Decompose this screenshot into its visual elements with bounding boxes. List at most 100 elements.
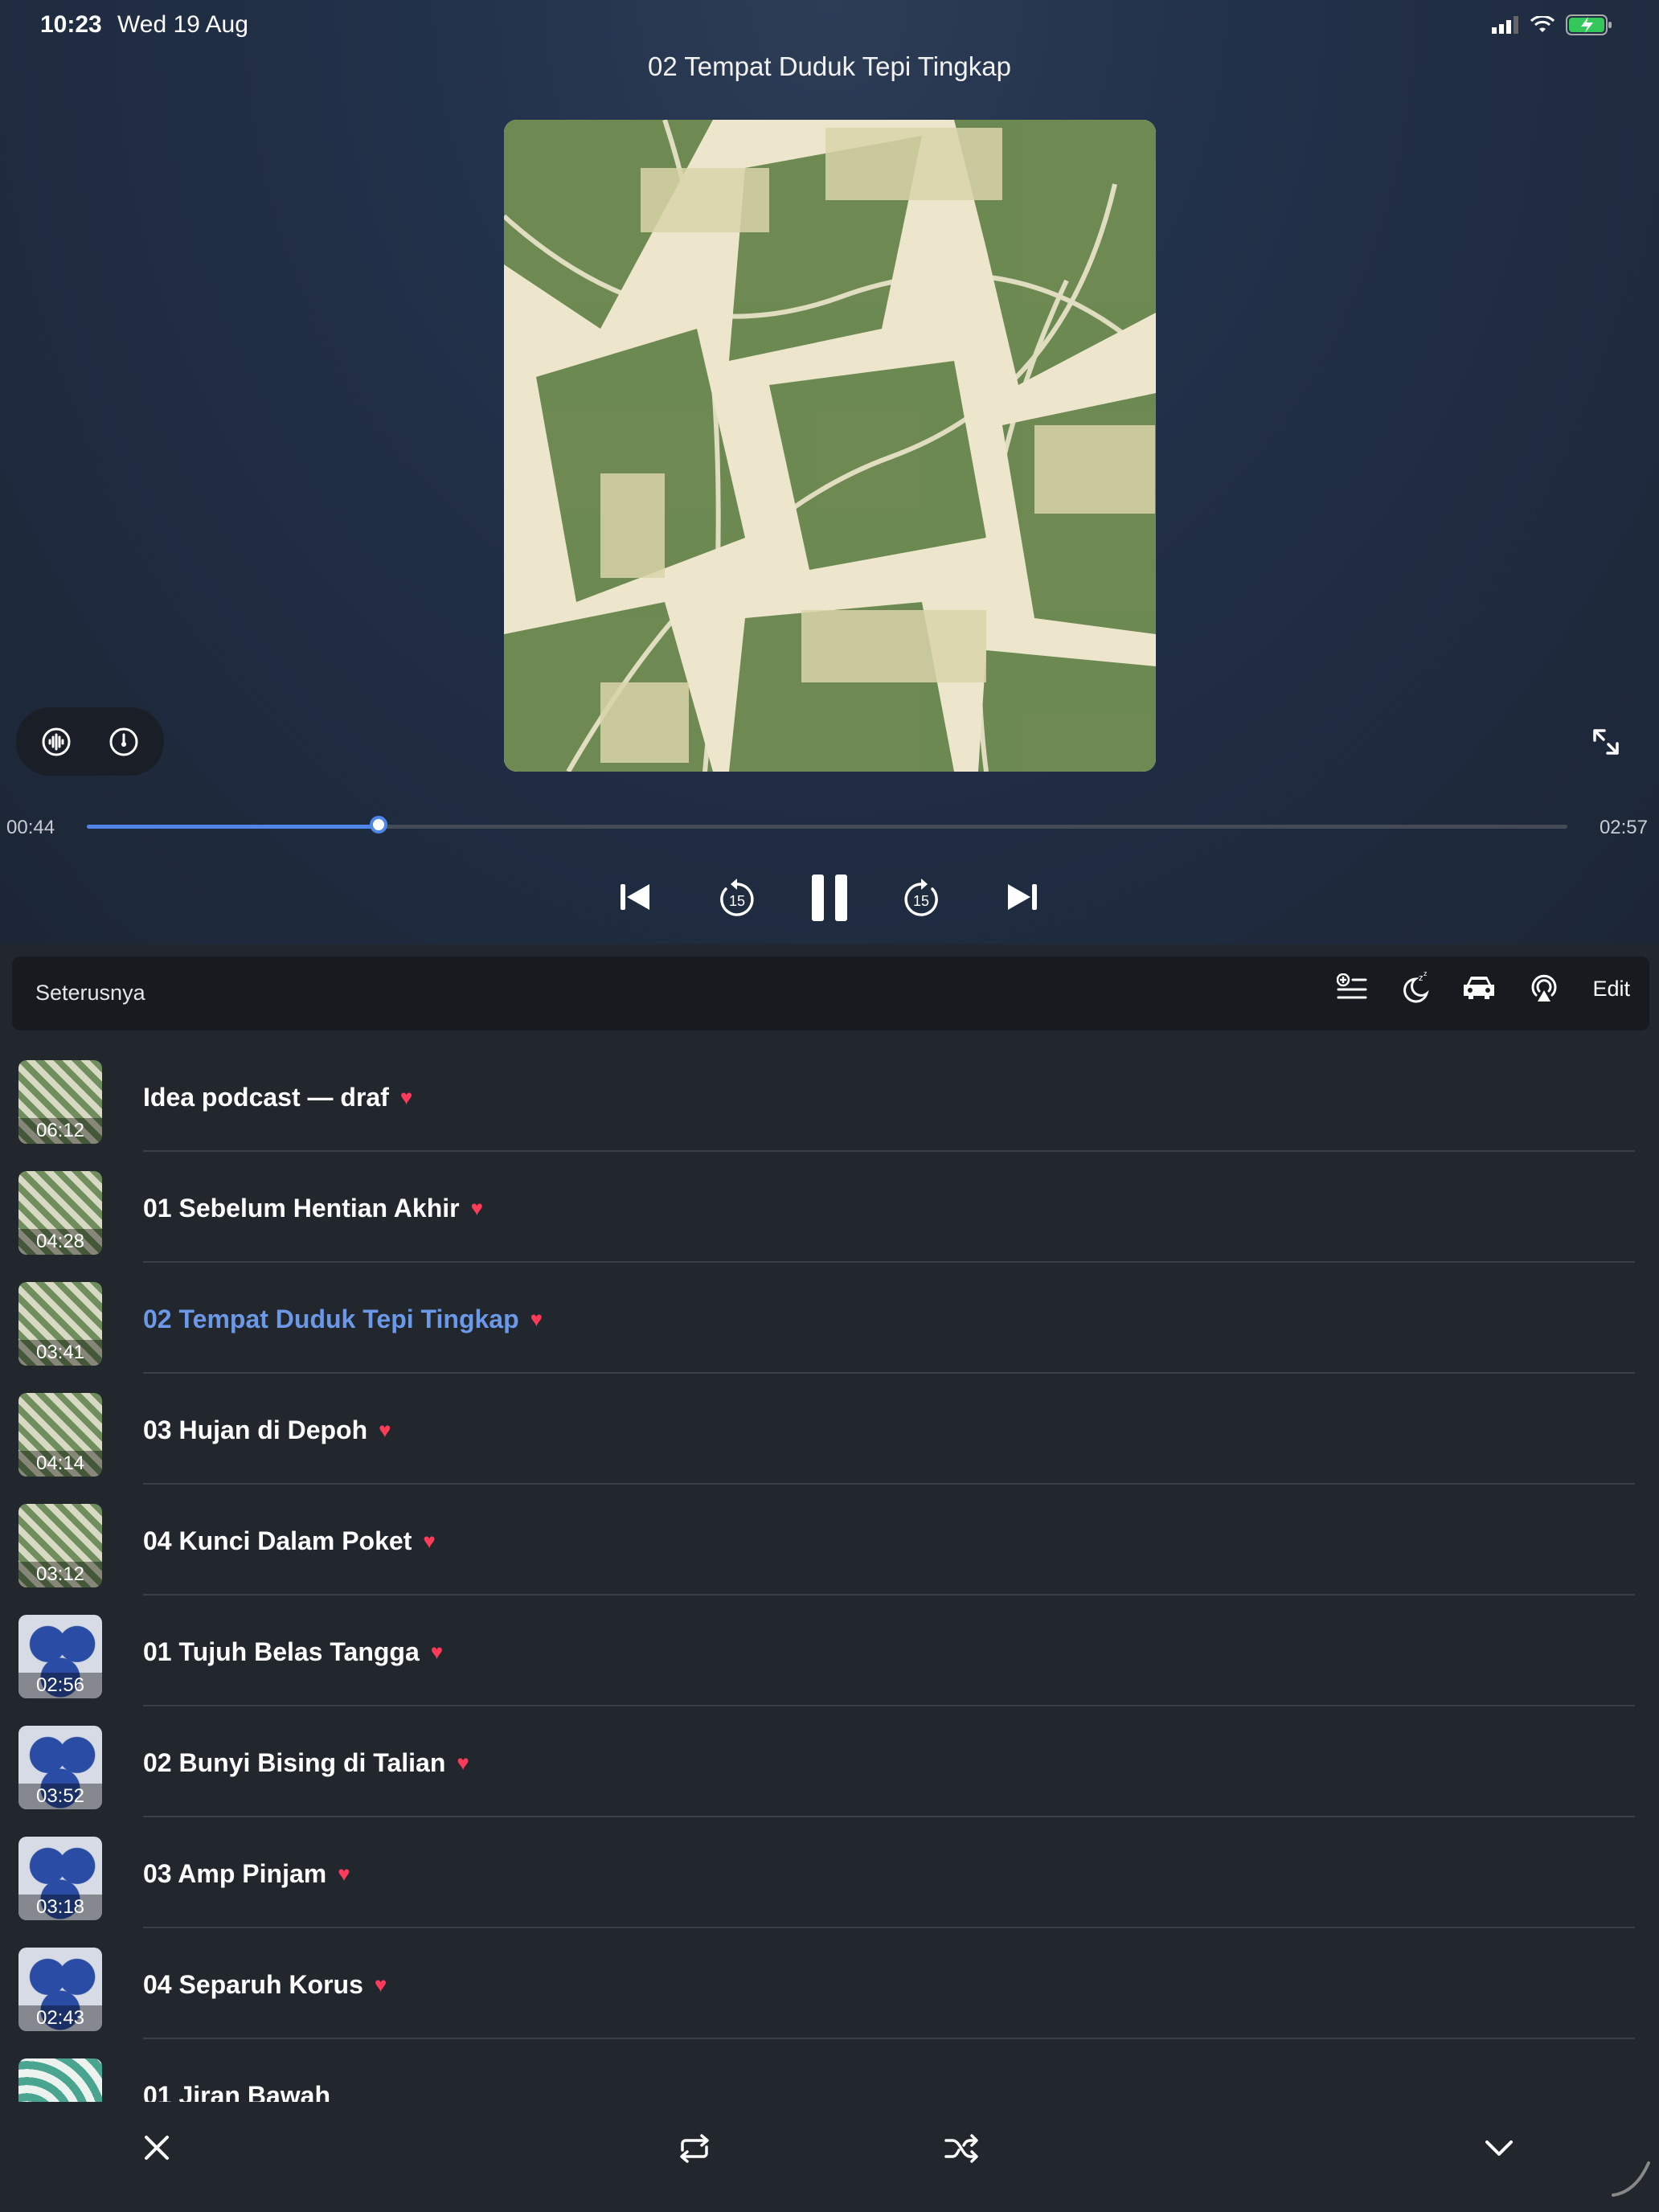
episode-duration: 03:18 bbox=[18, 1895, 102, 1920]
rewind-15-button[interactable]: 15 bbox=[718, 878, 756, 922]
queue-row[interactable]: 01 Jiran Bawah bbox=[0, 2039, 1659, 2102]
episode-title: Idea podcast — draf ♥ bbox=[143, 1083, 412, 1112]
episode-duration: 03:12 bbox=[18, 1562, 102, 1587]
episode-title: 04 Separuh Korus ♥ bbox=[143, 1970, 387, 2000]
status-icons bbox=[1492, 14, 1612, 35]
episode-title: 01 Jiran Bawah bbox=[143, 2081, 330, 2102]
seek-bar-fill bbox=[87, 825, 379, 829]
queue-row[interactable]: 06:12 Idea podcast — draf ♥ bbox=[0, 1041, 1659, 1152]
episode-title-text: 04 Separuh Korus bbox=[143, 1970, 363, 1999]
episode-title: 03 Hujan di Depoh ♥ bbox=[143, 1415, 391, 1445]
resize-handle[interactable] bbox=[1612, 2158, 1652, 2202]
favorite-heart-icon: ♥ bbox=[457, 1751, 469, 1775]
episode-artwork: 03:18 bbox=[18, 1837, 102, 1920]
status-date: Wed 19 Aug bbox=[117, 11, 248, 38]
now-playing-panel: 10:23 Wed 19 Aug 02 Tempat Duduk Tepi Ti… bbox=[0, 0, 1659, 944]
episode-title: 01 Sebelum Hentian Akhir ♥ bbox=[143, 1194, 483, 1223]
svg-text:15: 15 bbox=[913, 893, 929, 909]
current-episode-title: 02 Tempat Duduk Tepi Tingkap ♥ bbox=[143, 1305, 543, 1334]
episode-title: 03 Amp Pinjam ♥ bbox=[143, 1859, 350, 1889]
close-player-button[interactable] bbox=[143, 2134, 170, 2165]
episode-artwork: 04:28 bbox=[18, 1171, 102, 1255]
favorite-heart-icon: ♥ bbox=[399, 1085, 413, 1109]
episode-title-text: 01 Tujuh Belas Tangga bbox=[143, 1637, 420, 1666]
playback-speed-button[interactable] bbox=[109, 727, 139, 757]
episode-title-text: 01 Jiran Bawah bbox=[143, 2081, 330, 2102]
favorite-heart-icon: ♥ bbox=[470, 1196, 484, 1220]
pause-icon bbox=[812, 875, 847, 921]
transport-controls: 15 15 bbox=[0, 870, 1659, 926]
queue-row[interactable]: 03:52 02 Bunyi Bising di Talian ♥ bbox=[0, 1706, 1659, 1817]
rewind-15-icon: 15 bbox=[720, 879, 754, 916]
queue-row[interactable]: 02:43 04 Separuh Korus ♥ bbox=[0, 1928, 1659, 2039]
expand-arrows-icon bbox=[1593, 729, 1619, 755]
bottom-toolbar bbox=[0, 2102, 1659, 2212]
collapse-player-button[interactable] bbox=[1484, 2134, 1514, 2165]
queue-actions: z z Edit bbox=[1337, 969, 1630, 1007]
favorite-heart-icon: ♥ bbox=[423, 1529, 436, 1553]
episode-title-text: 01 Sebelum Hentian Akhir bbox=[143, 1194, 460, 1223]
queue-row[interactable]: 02:56 01 Tujuh Belas Tangga ♥ bbox=[0, 1596, 1659, 1706]
sleep-timer-button[interactable]: z z bbox=[1399, 969, 1430, 1007]
airplay-button[interactable] bbox=[1528, 971, 1560, 1007]
forward-15-icon: 15 bbox=[904, 879, 938, 916]
repeat-button[interactable] bbox=[678, 2134, 711, 2167]
episode-duration: 02:56 bbox=[18, 1673, 102, 1698]
album-artwork bbox=[504, 120, 1156, 772]
episode-artwork: 03:12 bbox=[18, 1504, 102, 1587]
episode-title-text: 04 Kunci Dalam Poket bbox=[143, 1526, 412, 1555]
skip-previous-icon bbox=[621, 884, 649, 910]
episode-title-text: 02 Tempat Duduk Tepi Tingkap bbox=[143, 1305, 519, 1333]
car-icon bbox=[1464, 977, 1495, 999]
svg-text:z: z bbox=[1423, 971, 1428, 977]
previous-track-button[interactable] bbox=[621, 883, 651, 916]
episode-title-text: Idea podcast — draf bbox=[143, 1083, 389, 1112]
episode-duration: 03:41 bbox=[18, 1340, 102, 1366]
elapsed-time: 00:44 bbox=[6, 817, 55, 838]
queue-list[interactable]: 06:12 Idea podcast — draf ♥ 04:28 01 Sebelum… bbox=[0, 1041, 1659, 2102]
queue-row[interactable]: 04:14 03 Hujan di Depoh ♥ bbox=[0, 1374, 1659, 1485]
seek-bar[interactable] bbox=[87, 816, 1567, 834]
queue-row[interactable]: 03:41 02 Tempat Duduk Tepi Tingkap ♥ bbox=[0, 1263, 1659, 1374]
episode-artwork: 02:56 bbox=[18, 1615, 102, 1698]
next-track-button[interactable] bbox=[1006, 883, 1037, 916]
episode-title-text: 02 Bunyi Bising di Talian bbox=[143, 1748, 446, 1777]
fullscreen-button[interactable] bbox=[1590, 726, 1622, 758]
up-next-label: Seterusnya bbox=[35, 981, 145, 1005]
skip-next-icon bbox=[1008, 884, 1037, 910]
favorite-heart-icon: ♥ bbox=[530, 1307, 543, 1331]
episode-artwork: 04:14 bbox=[18, 1393, 102, 1477]
queue-row[interactable]: 03:18 03 Amp Pinjam ♥ bbox=[0, 1817, 1659, 1928]
repeat-icon bbox=[680, 2134, 709, 2163]
moon-zzz-icon: z z bbox=[1403, 969, 1430, 1003]
episode-artwork: 02:43 bbox=[18, 1948, 102, 2031]
battery-charging-icon bbox=[1566, 14, 1612, 35]
status-time: 10:23 bbox=[40, 11, 102, 38]
episode-artwork: 06:12 bbox=[18, 1060, 102, 1144]
total-duration: 02:57 bbox=[1599, 817, 1648, 838]
car-mode-button[interactable] bbox=[1462, 973, 1496, 1005]
speedometer-icon bbox=[109, 727, 138, 756]
episode-duration: 02:43 bbox=[18, 2005, 102, 2031]
airplay-audio-icon bbox=[1532, 974, 1557, 1002]
corner-handle-icon bbox=[1612, 2161, 1650, 2197]
forward-15-button[interactable]: 15 bbox=[902, 878, 940, 922]
add-to-queue-button[interactable] bbox=[1337, 973, 1367, 1005]
svg-text:z: z bbox=[1419, 973, 1423, 983]
episode-artwork bbox=[18, 2058, 102, 2102]
audio-effects-button[interactable] bbox=[41, 727, 72, 757]
seek-bar-handle[interactable] bbox=[369, 816, 387, 834]
episode-title-text: 03 Amp Pinjam bbox=[143, 1859, 327, 1888]
wifi-icon bbox=[1530, 16, 1555, 32]
shuffle-button[interactable] bbox=[944, 2134, 980, 2167]
queue-row[interactable]: 03:12 04 Kunci Dalam Poket ♥ bbox=[0, 1485, 1659, 1596]
audio-effects-pill bbox=[16, 707, 164, 776]
pause-button[interactable] bbox=[812, 875, 847, 925]
episode-duration: 04:28 bbox=[18, 1229, 102, 1255]
waveform-icon bbox=[42, 727, 71, 756]
edit-queue-button[interactable]: Edit bbox=[1592, 977, 1630, 1002]
queue-row[interactable]: 04:28 01 Sebelum Hentian Akhir ♥ bbox=[0, 1152, 1659, 1263]
shuffle-icon bbox=[944, 2134, 978, 2163]
episode-title-text: 03 Hujan di Depoh bbox=[143, 1415, 368, 1444]
episode-artwork: 03:41 bbox=[18, 1282, 102, 1366]
